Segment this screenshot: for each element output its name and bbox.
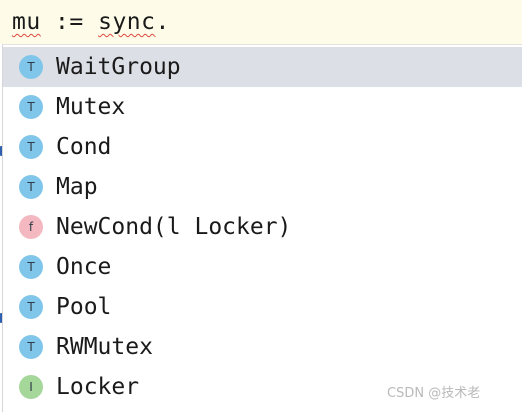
watermark: CSDN @技术老 (387, 386, 481, 401)
completion-item-label: Mutex (56, 94, 126, 120)
completion-item-label: Pool (56, 294, 112, 320)
type-icon: T (19, 95, 43, 119)
type-icon: T (19, 295, 43, 319)
completion-item-label: WaitGroup (56, 54, 181, 80)
completion-item-pool[interactable]: T Pool (3, 287, 522, 327)
completion-item-waitgroup[interactable]: T WaitGroup (3, 47, 522, 87)
completion-item-once[interactable]: T Once (3, 247, 522, 287)
type-icon: T (19, 135, 43, 159)
code-variable-mu: mu (12, 9, 41, 35)
completion-item-label: Once (56, 254, 112, 280)
type-icon: T (19, 55, 43, 79)
completion-item-cond[interactable]: T Cond (3, 127, 522, 167)
completion-item-label: Map (56, 174, 98, 200)
code-line[interactable]: mu := sync. (12, 8, 170, 36)
code-assign-op: := (40, 9, 99, 35)
completion-popup[interactable]: T WaitGroup T Mutex T Cond T Map f NewCo… (2, 44, 522, 412)
type-icon: T (19, 175, 43, 199)
completion-item-mutex[interactable]: T Mutex (3, 87, 522, 127)
completion-item-rwmutex[interactable]: T RWMutex (3, 327, 522, 367)
completion-item-map[interactable]: T Map (3, 167, 522, 207)
completion-item-label: RWMutex (56, 334, 153, 360)
code-dot: . (155, 9, 170, 35)
code-package-sync: sync (98, 9, 156, 35)
editor-current-line[interactable]: mu := sync. (0, 0, 522, 44)
type-icon: T (19, 335, 43, 359)
completion-item-label: Locker (56, 374, 140, 400)
completion-item-newcond[interactable]: f NewCond(l Locker) (3, 207, 522, 247)
completion-item-label: NewCond(l Locker) (56, 214, 292, 240)
completion-item-label: Cond (56, 134, 112, 160)
function-icon: f (19, 215, 43, 239)
interface-icon: I (19, 375, 43, 399)
type-icon: T (19, 255, 43, 279)
